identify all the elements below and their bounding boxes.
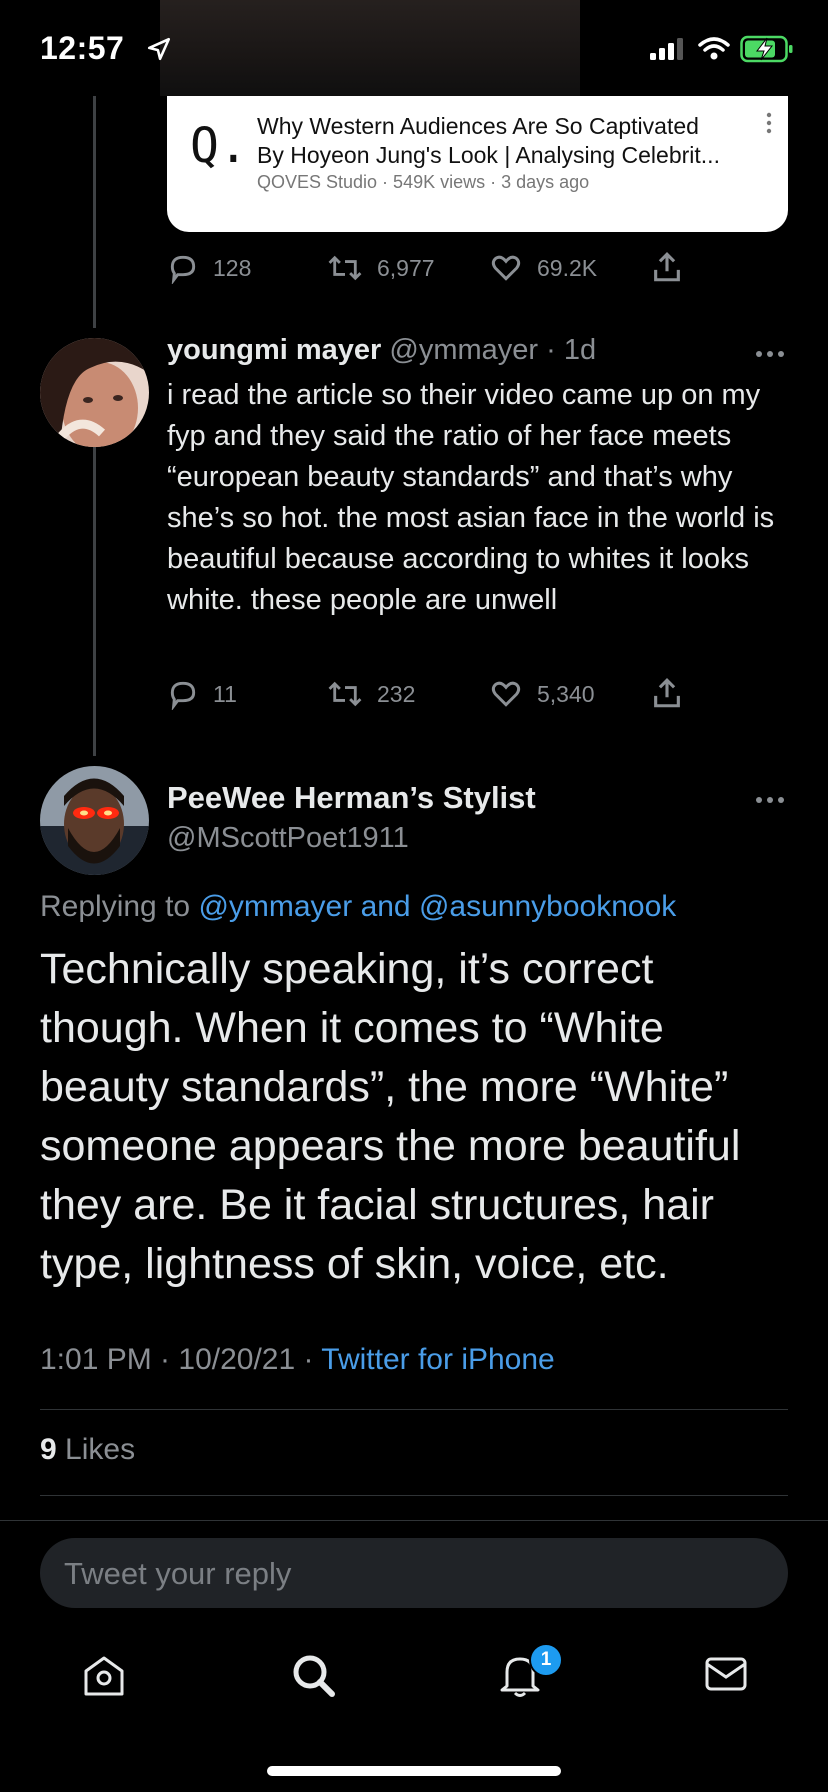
like-action[interactable]: 69.2K xyxy=(489,252,597,284)
tweet-client-link[interactable]: Twitter for iPhone xyxy=(321,1343,554,1376)
like-count: 5,340 xyxy=(537,680,595,707)
main-tweet-text: Technically speaking, it’s correct thoug… xyxy=(40,945,741,1288)
author-name[interactable]: PeeWee Herman’s Stylist xyxy=(167,780,536,816)
retweet-action[interactable]: 232 xyxy=(327,678,415,710)
wifi-icon xyxy=(698,36,730,65)
share-action[interactable] xyxy=(650,250,684,284)
retweet-icon xyxy=(328,255,362,281)
mail-icon[interactable] xyxy=(704,1656,748,1697)
search-icon[interactable] xyxy=(290,1652,336,1703)
reply-tweet-header: youngmi mayer @ymmayer · 1d xyxy=(167,334,596,367)
status-bar: 12:57 xyxy=(0,0,828,96)
composer-divider xyxy=(0,1520,828,1521)
likes-summary[interactable]: 9 Likes xyxy=(40,1433,135,1467)
more-icon[interactable] xyxy=(755,778,785,812)
tweet-timestamp: 1:01 PM · 10/20/21 · xyxy=(40,1343,314,1376)
share-icon xyxy=(654,678,680,708)
home-indicator[interactable] xyxy=(267,1766,561,1776)
reply-icon xyxy=(170,255,196,284)
retweet-count: 232 xyxy=(377,680,416,707)
reply-icon xyxy=(170,681,196,710)
link-meta: QOVES Studio · 549K views · 3 days ago xyxy=(257,172,590,192)
reply-count: 11 xyxy=(213,680,237,707)
divider xyxy=(40,1495,788,1496)
signal-icon xyxy=(650,38,686,65)
notifications-badge: 1 xyxy=(529,1643,563,1677)
reply-count: 128 xyxy=(213,254,252,281)
heart-icon xyxy=(491,255,521,281)
tweet-age: · 1d xyxy=(546,334,597,366)
home-icon[interactable] xyxy=(82,1654,126,1703)
thread-line xyxy=(93,446,96,756)
author-name[interactable]: youngmi mayer xyxy=(167,334,381,366)
retweet-count: 6,977 xyxy=(377,254,435,281)
retweet-icon xyxy=(328,681,362,707)
reply-action[interactable]: 11 xyxy=(167,678,237,710)
like-action[interactable]: 5,340 xyxy=(489,678,595,710)
tweet-meta: 1:01 PM · 10/20/21 · Twitter for iPhone xyxy=(40,1343,555,1377)
like-count: 69.2K xyxy=(537,254,598,281)
author-handle[interactable]: @ymmayer xyxy=(389,334,538,366)
more-icon[interactable] xyxy=(755,332,785,366)
divider xyxy=(40,1409,788,1410)
avatar[interactable] xyxy=(40,338,149,447)
location-arrow-icon xyxy=(146,36,172,67)
battery-charging-icon xyxy=(740,35,794,68)
likes-count: 9 xyxy=(40,1433,57,1466)
retweet-action[interactable]: 6,977 xyxy=(327,252,435,284)
thread-line xyxy=(93,96,96,328)
link-title-line2: By Hoyeon Jung's Look | Analysing Celebr… xyxy=(257,142,720,168)
replying-prefix: Replying to xyxy=(40,890,191,923)
reply-tweet-text: i read the article so their video came u… xyxy=(167,379,775,616)
status-time: 12:57 xyxy=(40,30,125,66)
tweet-reply-input[interactable] xyxy=(64,1556,664,1592)
media-thumbnail-edge xyxy=(160,0,580,96)
replying-handles[interactable]: @ymmayer and @asunnybooknook xyxy=(198,890,676,923)
avatar[interactable] xyxy=(40,766,149,875)
author-handle[interactable]: @MScottPoet1911 xyxy=(167,822,409,855)
card-more-icon[interactable] xyxy=(766,112,772,134)
heart-icon xyxy=(491,681,521,707)
qoves-logo: Q. xyxy=(190,118,248,174)
replying-to: Replying to @ymmayer and @asunnybooknook xyxy=(40,890,676,924)
link-title-line1: Why Western Audiences Are So Captivated xyxy=(257,113,699,139)
likes-label: Likes xyxy=(65,1433,136,1466)
share-icon xyxy=(654,252,680,282)
share-action[interactable] xyxy=(650,676,684,710)
reply-action[interactable]: 128 xyxy=(167,252,251,284)
